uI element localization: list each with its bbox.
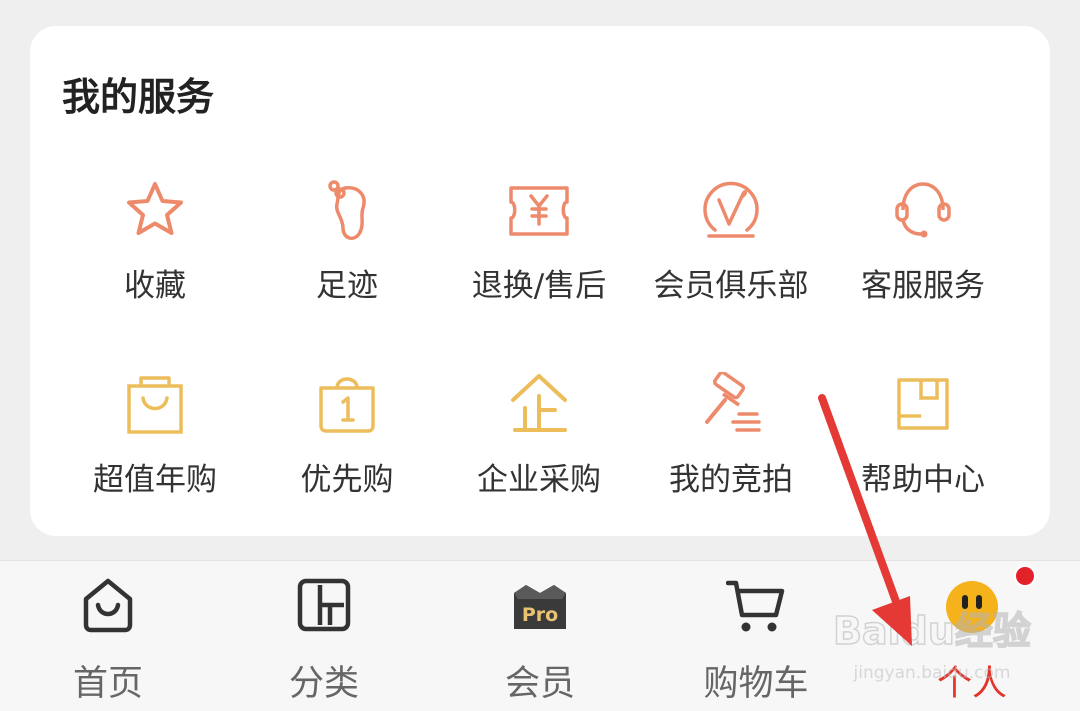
tab-membership[interactable]: Pro 会员 [432,561,648,711]
tab-label: 购物车 [703,664,809,704]
service-label: 企业采购 [477,462,601,498]
tab-label: 会员 [504,664,575,704]
tab-cart[interactable]: 购物车 [648,561,864,711]
tab-label: 个人 [936,664,1007,704]
category-icon [297,578,351,632]
card-title: 我的服务 [62,75,215,119]
home-icon [83,578,133,633]
service-priority-buy[interactable]: 优先购 [252,372,442,512]
headset-icon [895,182,951,238]
service-label: 会员俱乐部 [653,268,809,304]
footprint-icon [328,180,366,240]
shopping-bag-icon [127,376,183,434]
tab-profile[interactable]: 个人 [864,561,1080,711]
pro-crown-icon: Pro [514,585,566,629]
star-icon [127,182,183,235]
service-enterprise-purchase[interactable]: 企业采购 [444,372,634,512]
cart-icon [726,580,785,632]
service-vip-club[interactable]: 会员俱乐部 [636,178,826,318]
service-returns[interactable]: 退换/售后 [444,178,634,318]
service-help-center[interactable]: 帮助中心 [828,372,1018,512]
my-services-card: 我的服务 收藏 足迹 退换/售后 会员俱乐部 客服服务 超值年购 优先购 企业采… [30,26,1050,536]
priority-bag-icon [319,377,375,433]
service-label: 我的竞拍 [669,462,793,498]
service-favorites[interactable]: 收藏 [60,178,250,318]
service-label: 收藏 [124,268,186,304]
service-label: 优先购 [300,462,394,498]
service-label: 帮助中心 [861,462,985,498]
profile-face-icon [946,581,998,633]
service-label: 客服服务 [861,268,985,304]
ticket-yen-icon [509,186,569,236]
enterprise-icon [511,374,567,432]
tab-label: 首页 [72,664,143,704]
help-box-icon [897,378,949,430]
service-label: 退换/售后 [471,268,607,304]
pro-badge-text: Pro [522,604,558,626]
service-label: 足迹 [316,268,378,304]
tab-label: 分类 [288,664,359,704]
auction-gavel-icon [705,372,761,432]
service-footprints[interactable]: 足迹 [252,178,442,318]
service-customer-service[interactable]: 客服服务 [828,178,1018,318]
tab-category[interactable]: 分类 [216,561,432,711]
service-my-auctions[interactable]: 我的竞拍 [636,372,826,512]
tab-home[interactable]: 首页 [0,561,216,711]
notification-dot [1014,565,1036,587]
service-annual-deals[interactable]: 超值年购 [60,372,250,512]
service-label: 超值年购 [93,462,217,498]
vip-v-icon [703,181,759,238]
bottom-tab-bar: 首页 分类 Pro 会员 购物车 个人 [0,560,1080,711]
